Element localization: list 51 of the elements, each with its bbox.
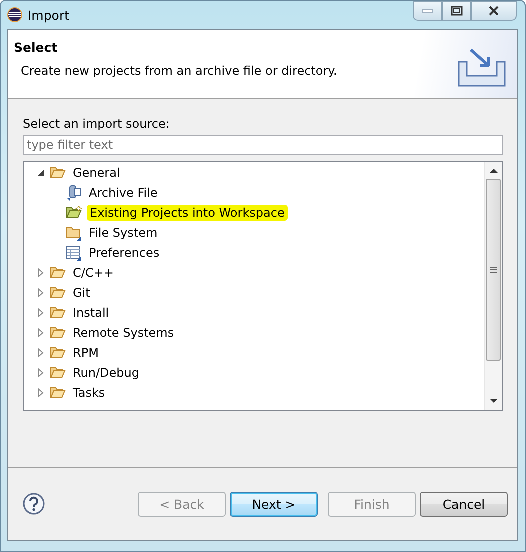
tree-item[interactable]: File System	[86, 225, 161, 241]
tree-item[interactable]: Tasks	[70, 385, 108, 401]
close-button[interactable]	[471, 1, 517, 21]
minimize-icon	[422, 8, 434, 14]
folder-icon	[66, 206, 83, 220]
dialog-button[interactable]: Cancel	[420, 492, 508, 516]
tree-item[interactable]: Archive File	[86, 185, 161, 201]
tree-item[interactable]: RPM	[70, 345, 102, 361]
page-description: Create new projects from an archive file or directory.	[20, 64, 338, 78]
scroll-up-icon[interactable]	[490, 168, 498, 173]
folder-icon	[50, 266, 66, 280]
scrollbar[interactable]	[484, 162, 502, 410]
folder-icon	[50, 366, 66, 380]
tree-item[interactable]: Existing Projects into Workspace	[87, 205, 288, 221]
expand-arrow-icon[interactable]	[36, 288, 46, 298]
maximize-icon	[450, 6, 462, 16]
folder-icon	[50, 166, 66, 180]
tree-item[interactable]: C/C++	[70, 265, 117, 281]
tree-item[interactable]: Install	[70, 305, 112, 321]
expand-arrow-icon[interactable]	[36, 268, 46, 278]
tree-item[interactable]: Run/Debug	[70, 365, 143, 381]
dialog-button[interactable]: Next >	[230, 492, 318, 516]
collapse-arrow-icon[interactable]	[36, 168, 46, 178]
maximize-button[interactable]	[442, 1, 471, 21]
expand-arrow-icon[interactable]	[36, 328, 46, 338]
page-title: Select	[14, 40, 59, 55]
expand-arrow-icon[interactable]	[36, 308, 46, 318]
folder-icon	[50, 386, 66, 400]
tree-item[interactable]: General	[70, 165, 124, 181]
close-icon	[488, 6, 500, 16]
folder-icon	[50, 326, 66, 340]
app-icon	[7, 7, 23, 23]
source-label: Select an import source:	[23, 117, 171, 131]
expand-arrow-icon[interactable]	[36, 368, 46, 378]
help-icon[interactable]	[23, 493, 45, 515]
tree-item[interactable]: Remote Systems	[70, 325, 178, 341]
scroll-thumb[interactable]	[486, 179, 501, 361]
expand-arrow-icon[interactable]	[36, 348, 46, 358]
folder-icon	[66, 226, 82, 240]
folder-icon	[50, 306, 66, 320]
import-icon	[457, 48, 507, 88]
folder-icon	[50, 286, 66, 300]
scroll-down-icon[interactable]	[490, 399, 498, 404]
expand-arrow-icon[interactable]	[36, 388, 46, 398]
table-icon	[66, 246, 82, 260]
archive-icon	[66, 185, 82, 201]
window-title: Import	[28, 8, 70, 22]
tree-item[interactable]: Preferences	[86, 245, 163, 261]
folder-icon	[50, 346, 66, 360]
filter-field[interactable]: type filter text	[23, 135, 503, 155]
tree-item[interactable]: Git	[70, 285, 94, 301]
